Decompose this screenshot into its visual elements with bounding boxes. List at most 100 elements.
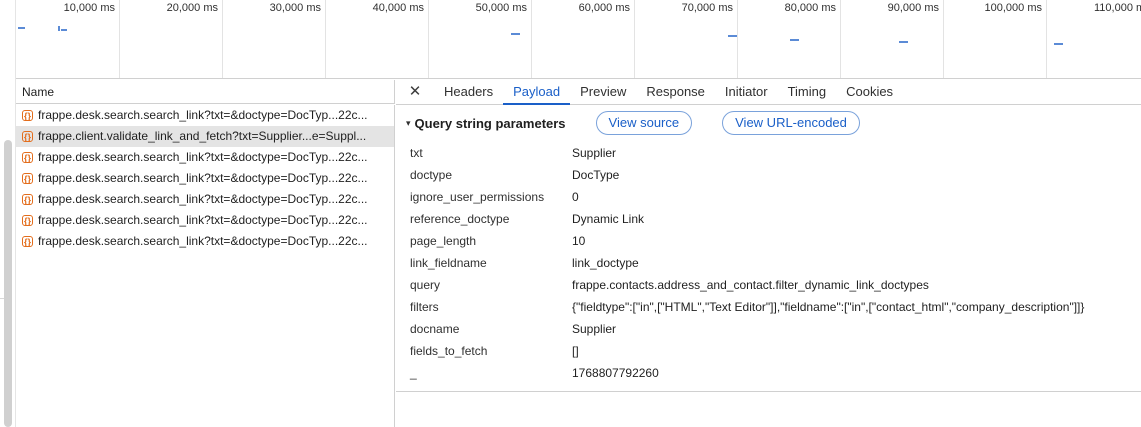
tab-response[interactable]: Response — [636, 80, 715, 104]
request-bar — [511, 33, 520, 35]
xhr-icon: {} — [22, 131, 33, 142]
param-value: DocType — [572, 168, 620, 182]
overview-gridline — [634, 0, 635, 78]
param-row: txt Supplier — [396, 142, 1141, 164]
request-detail-tabs: ✕ Headers Payload Preview Response Initi… — [396, 80, 1141, 105]
param-value: [] — [572, 344, 579, 358]
request-bar — [899, 41, 908, 43]
param-key: page_length — [410, 234, 477, 248]
request-bar — [58, 26, 60, 31]
tab-cookies[interactable]: Cookies — [836, 80, 903, 104]
param-value: Dynamic Link — [572, 212, 645, 226]
section-divider — [396, 391, 1141, 392]
request-bar — [790, 39, 799, 41]
overview-time-label: 90,000 ms — [887, 2, 939, 14]
param-row: doctype DocType — [396, 164, 1141, 186]
param-value: {"fieldtype":["in",["HTML","Text Editor"… — [572, 300, 1085, 314]
view-url-encoded-button[interactable]: View URL-encoded — [722, 111, 860, 135]
xhr-icon: {} — [22, 152, 33, 163]
overview-time-label: 40,000 ms — [372, 2, 424, 14]
overview-gridline — [428, 0, 429, 78]
param-value: frappe.contacts.address_and_contact.filt… — [572, 278, 929, 292]
gutter-scrollbar[interactable] — [4, 140, 12, 427]
left-gutter — [0, 0, 16, 427]
request-bar — [61, 29, 67, 31]
requests-list[interactable]: {} frappe.desk.search.search_link?txt=&d… — [16, 105, 395, 427]
param-row: filters {"fieldtype":["in",["HTML","Text… — [396, 296, 1141, 318]
tab-headers[interactable]: Headers — [434, 80, 503, 104]
request-row-selected[interactable]: {} frappe.client.validate_link_and_fetch… — [16, 126, 394, 147]
param-key: reference_doctype — [410, 212, 510, 226]
overview-gridline — [222, 0, 223, 78]
name-column-label: Name — [22, 85, 55, 99]
request-bar — [1054, 43, 1063, 45]
query-params-list: txt Supplier doctype DocType ignore_user… — [396, 142, 1141, 384]
request-name: frappe.desk.search.search_link?txt=&doct… — [38, 213, 368, 227]
request-row[interactable]: {} frappe.desk.search.search_link?txt=&d… — [16, 189, 394, 210]
overview-time-label: 100,000 ms — [984, 2, 1042, 14]
param-row: ignore_user_permissions 0 — [396, 186, 1141, 208]
request-name: frappe.desk.search.search_link?txt=&doct… — [38, 108, 368, 122]
request-name: frappe.desk.search.search_link?txt=&doct… — [38, 234, 368, 248]
requests-column-header[interactable]: Name — [16, 80, 395, 104]
xhr-icon: {} — [22, 194, 33, 205]
request-name: frappe.desk.search.search_link?txt=&doct… — [38, 192, 368, 206]
overview-time-label: 10,000 ms — [63, 2, 115, 14]
tab-initiator[interactable]: Initiator — [715, 80, 778, 104]
param-row: _ 1768807792260 — [396, 362, 1141, 384]
param-value: 10 — [572, 234, 586, 248]
overview-gridline — [531, 0, 532, 78]
overview-time-label: 20,000 ms — [166, 2, 218, 14]
param-key: link_fieldname — [410, 256, 487, 270]
param-key: _ — [410, 366, 417, 380]
param-row: reference_doctype Dynamic Link — [396, 208, 1141, 230]
param-key: doctype — [410, 168, 453, 182]
param-row: docname Supplier — [396, 318, 1141, 340]
xhr-icon: {} — [22, 110, 33, 121]
request-name: frappe.client.validate_link_and_fetch?tx… — [38, 129, 367, 143]
overview-gridline — [737, 0, 738, 78]
param-row: query frappe.contacts.address_and_contac… — [396, 274, 1141, 296]
xhr-icon: {} — [22, 236, 33, 247]
param-key: txt — [410, 146, 423, 160]
request-row[interactable]: {} frappe.desk.search.search_link?txt=&d… — [16, 105, 394, 126]
param-value: Supplier — [572, 146, 617, 160]
param-key: filters — [410, 300, 439, 314]
network-overview-timeline[interactable]: 10,000 ms 20,000 ms 30,000 ms 40,000 ms … — [16, 0, 1141, 79]
param-key: fields_to_fetch — [410, 344, 488, 358]
overview-time-label: 70,000 ms — [681, 2, 733, 14]
request-row[interactable]: {} frappe.desk.search.search_link?txt=&d… — [16, 168, 394, 189]
overview-time-label: 80,000 ms — [784, 2, 836, 14]
overview-time-label: 110,000 m — [1094, 2, 1141, 14]
param-value: 0 — [572, 190, 579, 204]
xhr-icon: {} — [22, 173, 33, 184]
overview-gridline — [119, 0, 120, 78]
tab-preview[interactable]: Preview — [570, 80, 636, 104]
request-row[interactable]: {} frappe.desk.search.search_link?txt=&d… — [16, 210, 394, 231]
overview-gridline — [943, 0, 944, 78]
overview-gridline — [1046, 0, 1047, 78]
xhr-icon: {} — [22, 215, 33, 226]
param-value: Supplier — [572, 322, 617, 336]
close-icon[interactable]: ✕ — [396, 80, 434, 104]
query-params-section-header[interactable]: ▾ Query string parameters View source Vi… — [396, 106, 1141, 140]
overview-time-label: 30,000 ms — [269, 2, 321, 14]
request-row[interactable]: {} frappe.desk.search.search_link?txt=&d… — [16, 147, 394, 168]
request-row[interactable]: {} frappe.desk.search.search_link?txt=&d… — [16, 231, 394, 252]
tab-timing[interactable]: Timing — [778, 80, 837, 104]
param-row: page_length 10 — [396, 230, 1141, 252]
param-key: query — [410, 278, 441, 292]
param-row: link_fieldname link_doctype — [396, 252, 1141, 274]
request-bar — [18, 27, 25, 29]
overview-time-label: 60,000 ms — [578, 2, 630, 14]
param-key: docname — [410, 322, 460, 336]
overview-gridline — [840, 0, 841, 78]
request-name: frappe.desk.search.search_link?txt=&doct… — [38, 150, 368, 164]
tab-payload[interactable]: Payload — [503, 80, 571, 105]
request-bar — [728, 35, 737, 37]
overview-time-label: 50,000 ms — [475, 2, 527, 14]
param-key: ignore_user_permissions — [410, 190, 545, 204]
view-source-button[interactable]: View source — [595, 111, 693, 135]
expand-caret-icon[interactable]: ▾ — [406, 118, 411, 129]
param-value: 1768807792260 — [572, 366, 659, 380]
